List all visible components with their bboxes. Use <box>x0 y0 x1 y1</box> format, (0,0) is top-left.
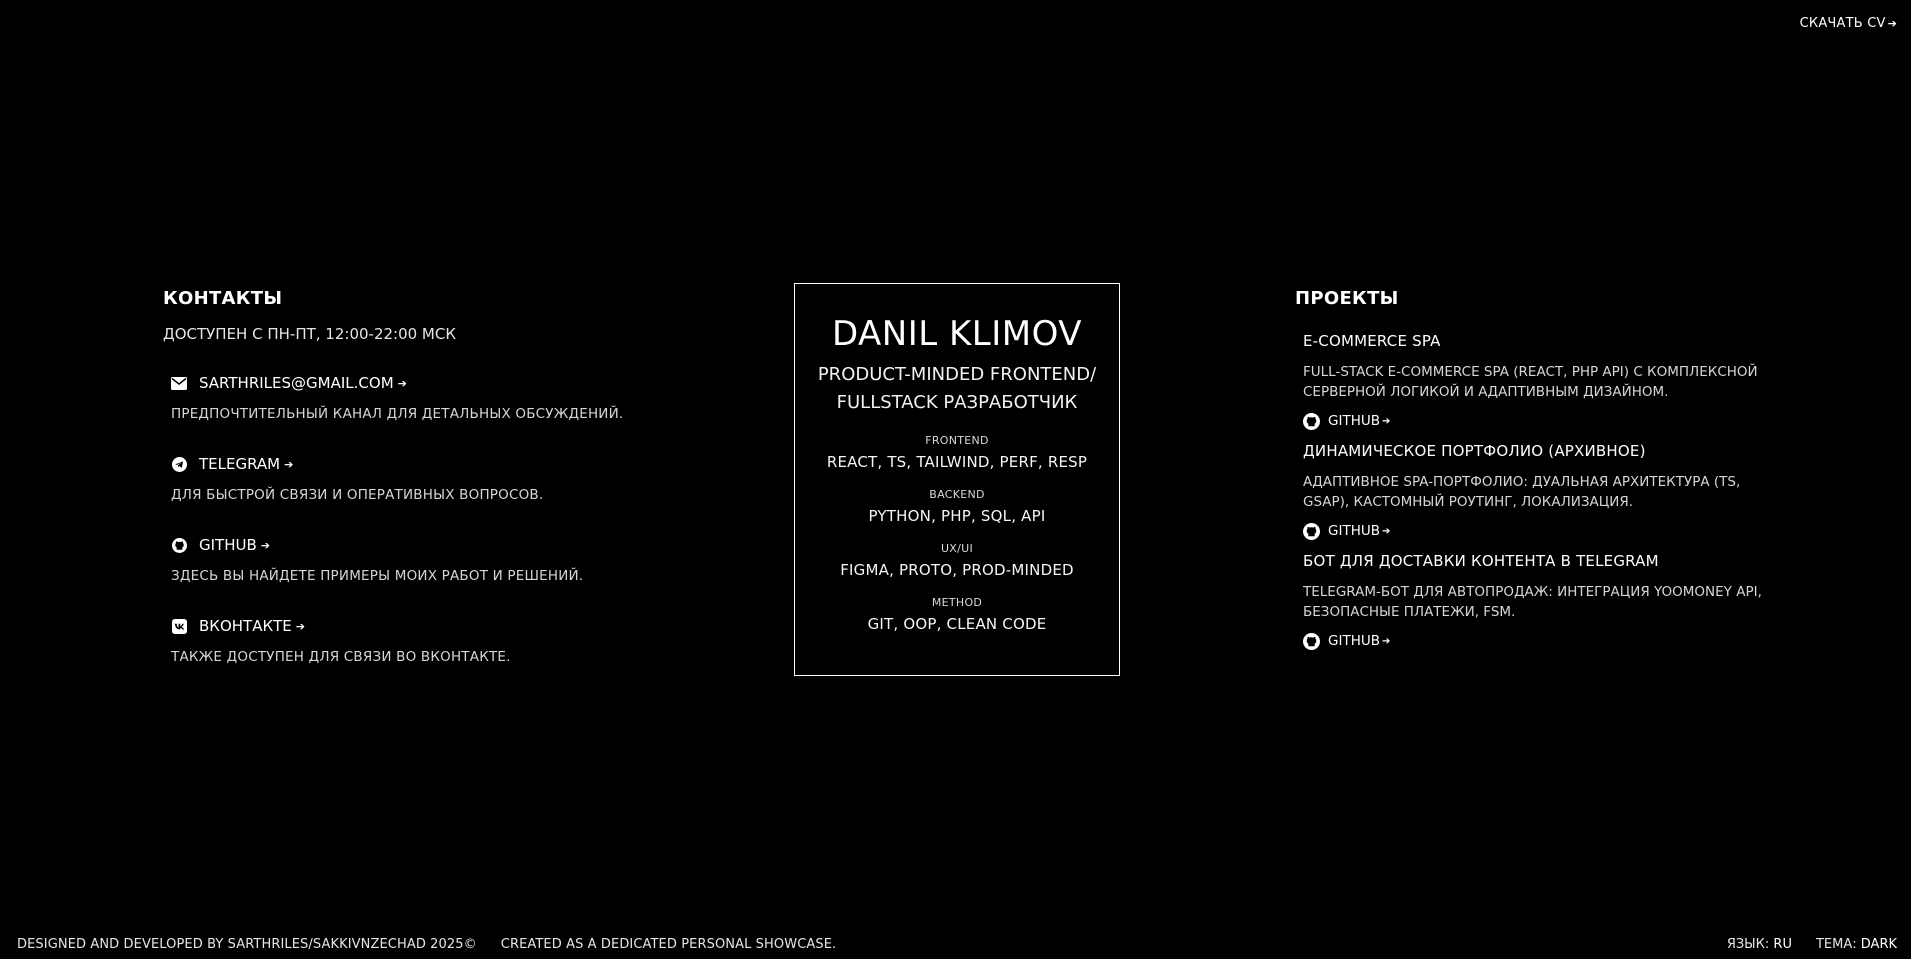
language-value: RU <box>1773 937 1792 952</box>
skill-value-frontend: REACT, TS, TAILWIND, PERF, RESP <box>826 453 1088 471</box>
footer-credits: DESIGNED AND DEVELOPED BY SARTHRILES/SAK… <box>17 937 836 952</box>
profile-card: DANIL KLIMOV PRODUCT-MINDED FRONTEND/ FU… <box>794 283 1120 676</box>
footer-showcase-text: CREATED AS A DEDICATED PERSONAL SHOWCASE… <box>500 937 837 952</box>
arrow-right-icon: ➔ <box>295 619 305 633</box>
telegram-description: ДЛЯ БЫСТРОЙ СВЯЗИ И ОПЕРАТИВНЫХ ВОПРОСОВ… <box>171 487 544 503</box>
arrow-right-icon: ➔ <box>1887 17 1897 30</box>
email-description: ПРЕДПОЧТИТЕЛЬНЫЙ КАНАЛ ДЛЯ ДЕТАЛЬНЫХ ОБС… <box>171 406 624 422</box>
github-description: ЗДЕСЬ ВЫ НАЙДЕТЕ ПРИМЕРЫ МОИХ РАБОТ И РЕ… <box>171 568 584 584</box>
project-item: E-COMMERCE SPA FULL-STACK E-COMMERCE SPA… <box>1303 332 1765 430</box>
github-icon <box>1303 412 1320 430</box>
contact-item-vk: ВКОНТАКТЕ ➔ ТАКЖЕ ДОСТУПЕН ДЛЯ СВЯЗИ ВО В… <box>171 616 723 665</box>
project-github-link[interactable]: GITHUB ➔ <box>1303 522 1765 540</box>
portfolio-page: СКАЧАТЬ CV ➔ КОНТАКТЫ ДОСТУПЕН С ПН-ПТ, 1… <box>0 0 1911 959</box>
footer-settings: ЯЗЫК: RU ТЕМА: DARK <box>1727 937 1897 952</box>
github-link-label: GITHUB <box>1328 523 1380 539</box>
vk-link[interactable]: ВКОНТАКТЕ ➔ <box>171 616 723 636</box>
contacts-section: КОНТАКТЫ ДОСТУПЕН С ПН-ПТ, 12:00-22:00 М… <box>163 288 723 697</box>
telegram-icon <box>171 456 187 472</box>
github-label: GITHUB <box>199 536 257 554</box>
github-icon <box>1303 522 1320 540</box>
email-link[interactable]: SARTHRILES@GMAIL.COM ➔ <box>171 373 723 393</box>
contact-item-github: GITHUB ➔ ЗДЕСЬ ВЫ НАЙДЕТЕ ПРИМЕРЫ МОИХ РА… <box>171 535 723 584</box>
contacts-title: КОНТАКТЫ <box>163 288 283 309</box>
project-github-link[interactable]: GITHUB ➔ <box>1303 412 1765 430</box>
skill-value-method: GIT, OOP, CLEAN CODE <box>867 615 1047 633</box>
project-title: БОТ ДЛЯ ДОСТАВКИ КОНТЕНТА В TELEGRAM <box>1303 552 1659 570</box>
language-label: ЯЗЫК: <box>1726 937 1770 952</box>
arrow-right-icon: ➔ <box>1381 415 1391 427</box>
project-item: БОТ ДЛЯ ДОСТАВКИ КОНТЕНТА В TELEGRAM TEL… <box>1303 552 1765 650</box>
project-description: FULL-STACK E-COMMERCE SPA (REACT, PHP AP… <box>1303 364 1758 400</box>
language-toggle[interactable]: ЯЗЫК: RU <box>1727 937 1792 952</box>
github-link-label: GITHUB <box>1328 413 1380 429</box>
contact-item-telegram: TELEGRAM ➔ ДЛЯ БЫСТРОЙ СВЯЗИ И ОПЕРАТИВНЫ… <box>171 454 723 503</box>
skill-label-uxui: UX/UI <box>940 542 974 555</box>
skill-label-method: METHOD <box>931 596 983 609</box>
availability-text: ДОСТУПЕН С ПН-ПТ, 12:00-22:00 МСК <box>163 325 456 343</box>
project-github-link[interactable]: GITHUB ➔ <box>1303 632 1765 650</box>
project-description: АДАПТИВНОЕ SPA-ПОРТФОЛИО: ДУАЛЬНАЯ АРХИТ… <box>1303 474 1741 510</box>
github-link-label: GITHUB <box>1328 633 1380 649</box>
telegram-link[interactable]: TELEGRAM ➔ <box>171 454 723 474</box>
vk-icon <box>171 618 187 634</box>
download-cv-label: СКАЧАТЬ CV <box>1799 16 1886 31</box>
email-label: SARTHRILES@GMAIL.COM <box>199 374 394 392</box>
projects-section: ПРОЕКТЫ E-COMMERCE SPA FULL-STACK E-COMM… <box>1295 288 1765 662</box>
skill-label-frontend: FRONTEND <box>925 434 989 447</box>
profile-role-line: PRODUCT-MINDED FRONTEND/ <box>817 364 1097 385</box>
arrow-right-icon: ➔ <box>1381 525 1391 537</box>
profile-name: DANIL KLIMOV <box>831 314 1083 354</box>
theme-toggle[interactable]: ТЕМА: DARK <box>1816 937 1897 952</box>
vk-description: ТАКЖЕ ДОСТУПЕН ДЛЯ СВЯЗИ ВО ВКОНТАКТЕ. <box>171 649 511 665</box>
profile-role-line: FULLSTACK РАЗРАБОТЧИК <box>836 392 1078 413</box>
contact-item-email: SARTHRILES@GMAIL.COM ➔ ПРЕДПОЧТИТЕЛЬНЫЙ К… <box>171 373 723 422</box>
theme-value: DARK <box>1860 937 1897 952</box>
skill-value-backend: PYTHON, PHP, SQL, API <box>868 507 1046 525</box>
github-link[interactable]: GITHUB ➔ <box>171 535 723 555</box>
download-cv-link[interactable]: СКАЧАТЬ CV ➔ <box>1800 16 1897 31</box>
mail-icon <box>171 375 187 391</box>
arrow-right-icon: ➔ <box>284 457 294 471</box>
project-title: ДИНАМИЧЕСКОЕ ПОРТФОЛИО (АРХИВНОЕ) <box>1303 442 1646 460</box>
arrow-right-icon: ➔ <box>397 376 407 390</box>
arrow-right-icon: ➔ <box>260 538 270 552</box>
project-title: E-COMMERCE SPA <box>1303 332 1441 350</box>
skill-value-uxui: FIGMA, PROTO, PROD-MINDED <box>840 561 1074 579</box>
vk-label: ВКОНТАКТЕ <box>199 617 292 635</box>
theme-label: ТЕМА: <box>1815 937 1857 952</box>
skill-label-backend: BACKEND <box>929 488 985 501</box>
github-icon <box>171 537 187 553</box>
project-item: ДИНАМИЧЕСКОЕ ПОРТФОЛИО (АРХИВНОЕ) АДАПТИ… <box>1303 442 1765 540</box>
footer-credits-text: DESIGNED AND DEVELOPED BY SARTHRILES/SAK… <box>17 937 477 952</box>
projects-title: ПРОЕКТЫ <box>1295 288 1399 309</box>
telegram-label: TELEGRAM <box>199 455 281 473</box>
project-description: TELEGRAM-БОТ ДЛЯ АВТОПРОДАЖ: ИНТЕГРАЦИЯ … <box>1303 584 1762 620</box>
github-icon <box>1303 632 1320 650</box>
arrow-right-icon: ➔ <box>1381 635 1391 647</box>
profile-role: PRODUCT-MINDED FRONTEND/ FULLSTACK РАЗРА… <box>795 361 1119 417</box>
